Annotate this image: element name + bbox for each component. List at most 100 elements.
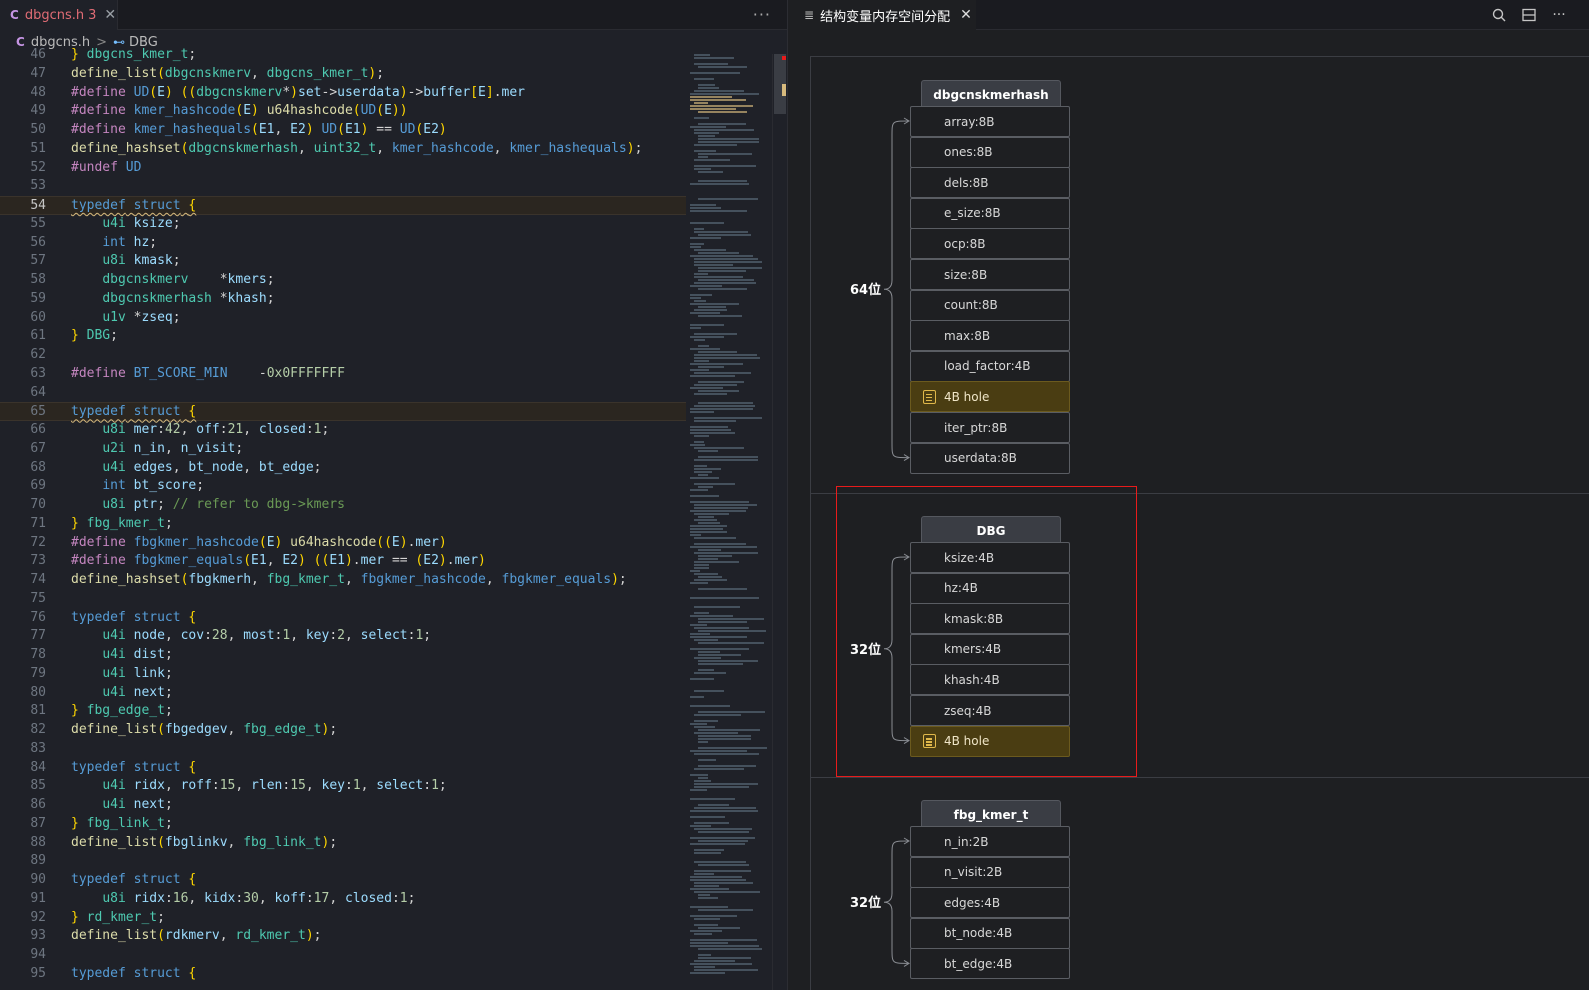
code-line[interactable]: 73 #define fbgkmer_equals(E1, E2) ((E1).m…	[0, 552, 686, 571]
code-line[interactable]: 62	[0, 346, 686, 365]
struct-field-node[interactable]: max:8B	[910, 320, 1070, 352]
code-line[interactable]: 85 u4i ridx, roff:15, rlen:15, key:1, se…	[0, 777, 686, 796]
code-line[interactable]: 63 #define BT_SCORE_MIN -0x0FFFFFFF	[0, 365, 686, 384]
code-line[interactable]: 53	[0, 177, 686, 196]
struct-field-node[interactable]: iter_ptr:8B	[910, 412, 1070, 443]
minimap-line	[690, 705, 730, 707]
code-line[interactable]: 90 typedef struct {	[0, 871, 686, 890]
line-number: 80	[30, 684, 46, 700]
minimap-line	[694, 258, 758, 260]
code-line[interactable]: 87} fbg_link_t;	[0, 815, 686, 834]
minimap[interactable]	[688, 54, 772, 990]
struct-field-node[interactable]: e_size:8B	[910, 197, 1070, 229]
code-line[interactable]: 52 #undef UD	[0, 159, 686, 178]
code-line[interactable]: 95 typedef struct {	[0, 965, 686, 984]
more-actions-icon[interactable]: ···	[753, 5, 771, 24]
struct-field-node[interactable]: userdata:8B	[910, 442, 1070, 474]
close-icon[interactable]: ✕	[104, 7, 116, 23]
struct-field-node[interactable]: bt_edge:4B	[910, 948, 1070, 980]
minimap-line	[698, 948, 762, 950]
code-line[interactable]: 60 u1v *zseq;	[0, 309, 686, 328]
search-icon[interactable]	[1490, 6, 1508, 24]
code-line[interactable]: 69 int bt_score;	[0, 477, 686, 496]
code-line[interactable]: 76 typedef struct {	[0, 609, 686, 628]
code-line[interactable]: 59 dbgcnskmerhash *khash;	[0, 290, 686, 309]
struct-field-node[interactable]: array:8B	[910, 106, 1070, 137]
code-line[interactable]: 74 define_hashset(fbgkmerh, fbg_kmer_t, f…	[0, 571, 686, 590]
minimap-line	[694, 393, 727, 395]
minimap-line	[690, 429, 731, 431]
struct-field-node[interactable]: n_in:2B	[910, 826, 1070, 857]
code-line[interactable]: 88 define_list(fbglinkv, fbg_link_t);	[0, 834, 686, 853]
tab-dbgcns-h[interactable]: C dbgcns.h 3 ✕	[0, 0, 118, 30]
line-number: 50	[30, 122, 46, 137]
code-text: typedef struct {	[71, 759, 197, 775]
code-line[interactable]: 61} DBG;	[0, 327, 686, 346]
split-editor-icon[interactable]	[1520, 6, 1538, 24]
code-line[interactable]: 84 typedef struct {	[0, 759, 686, 778]
code-area[interactable]: 46} dbgcns_kmer_t; 47 define_list(dbgcnskm…	[0, 46, 686, 990]
code-line[interactable]: 80 u4i next;	[0, 684, 686, 703]
minimap-line	[690, 876, 742, 878]
code-line[interactable]: 65 typedef struct {	[0, 402, 686, 421]
code-line[interactable]: 50 #define kmer_hashequals(E1, E2) UD(E1)…	[0, 121, 686, 140]
field-label: edges:4B	[944, 895, 1001, 910]
struct-field-node[interactable]: load_factor:4B	[910, 350, 1070, 382]
code-line[interactable]: 81} fbg_edge_t;	[0, 702, 686, 721]
minimap-line	[690, 525, 727, 527]
padding-hole-node[interactable]: 4B hole	[910, 381, 1070, 413]
line-number: 91	[30, 890, 46, 906]
code-line[interactable]: 66 u8i mer:42, off:21, closed:1;	[0, 421, 686, 440]
close-icon[interactable]: ✕	[960, 7, 972, 23]
vertical-scrollbar[interactable]	[772, 54, 786, 990]
code-editor[interactable]: C dbgcns.h 3 ✕ ··· C dbgcns.h > ⊷ DBG 46…	[0, 0, 787, 990]
warning-marker	[782, 84, 786, 96]
minimap-line	[694, 132, 719, 134]
minimap-line	[694, 333, 737, 335]
minimap-line	[690, 774, 708, 776]
code-line[interactable]: 67 u2i n_in, n_visit;	[0, 440, 686, 459]
struct-field-node[interactable]: ones:8B	[910, 136, 1070, 168]
struct-field-node[interactable]: dels:8B	[910, 167, 1070, 199]
code-line[interactable]: 72 #define fbgkmer_hashcode(E) u64hashcod…	[0, 534, 686, 553]
code-line[interactable]: 82 define_list(fbgedgev, fbg_edge_t);	[0, 721, 686, 740]
code-line[interactable]: 92} rd_kmer_t;	[0, 909, 686, 928]
minimap-line	[694, 552, 758, 554]
struct-field-node[interactable]: edges:4B	[910, 887, 1070, 919]
tab-memory-layout[interactable]: ≣ 结构变量内存空间分配 ✕	[788, 0, 976, 30]
code-line[interactable]: 89	[0, 852, 686, 871]
code-line[interactable]: 70 u8i ptr; // refer to dbg->kmers	[0, 496, 686, 515]
struct-field-node[interactable]: ocp:8B	[910, 228, 1070, 260]
code-line[interactable]: 86 u4i next;	[0, 796, 686, 815]
code-line[interactable]: 46} dbgcns_kmer_t;	[0, 46, 686, 65]
struct-field-node[interactable]: count:8B	[910, 289, 1070, 321]
minimap-line	[698, 558, 718, 560]
code-line[interactable]: 79 u4i link;	[0, 665, 686, 684]
code-line[interactable]: 78 u4i dist;	[0, 646, 686, 665]
code-line[interactable]: 91 u8i ridx:16, kidx:30, koff:17, closed…	[0, 890, 686, 909]
code-line[interactable]: 49 #define kmer_hashcode(E) u64hashcode(U…	[0, 102, 686, 121]
struct-field-node[interactable]: size:8B	[910, 259, 1070, 290]
more-actions-icon[interactable]: ···	[1550, 6, 1568, 24]
code-line[interactable]: 51 define_hashset(dbgcnskmerhash, uint32_…	[0, 140, 686, 159]
code-line[interactable]: 56 int hz;	[0, 234, 686, 253]
minimap-line	[694, 165, 756, 167]
minimap-line	[694, 78, 714, 80]
code-line[interactable]: 75	[0, 590, 686, 609]
struct-field-node[interactable]: n_visit:2B	[910, 856, 1070, 888]
code-line[interactable]: 47 define_list(dbgcnskmerv, dbgcns_kmer_t…	[0, 65, 686, 84]
code-line[interactable]: 54 typedef struct {	[0, 196, 686, 215]
code-line[interactable]: 68 u4i edges, bt_node, bt_edge;	[0, 459, 686, 478]
struct-field-node[interactable]: bt_node:4B	[910, 917, 1070, 949]
code-line[interactable]: 71} fbg_kmer_t;	[0, 515, 686, 534]
code-line[interactable]: 55 u4i ksize;	[0, 215, 686, 234]
code-line[interactable]: 94	[0, 946, 686, 965]
line-number: 71	[30, 515, 46, 531]
code-line[interactable]: 64	[0, 384, 686, 403]
code-line[interactable]: 77 u4i node, cov:28, most:1, key:2, sele…	[0, 627, 686, 646]
code-line[interactable]: 93 define_list(rdkmerv, rd_kmer_t);	[0, 927, 686, 946]
code-line[interactable]: 48 #define UD(E) ((dbgcnskmerv*)set->user…	[0, 84, 686, 103]
code-line[interactable]: 83	[0, 740, 686, 759]
code-line[interactable]: 57 u8i kmask;	[0, 252, 686, 271]
code-line[interactable]: 58 dbgcnskmerv *kmers;	[0, 271, 686, 290]
